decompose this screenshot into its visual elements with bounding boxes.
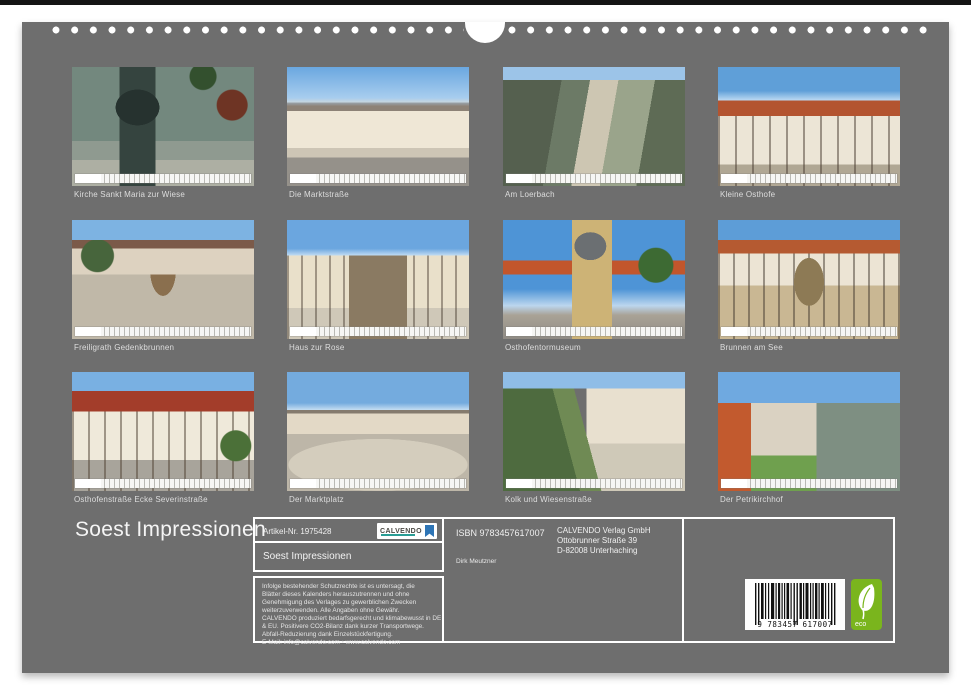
hanger-notch [465, 22, 505, 43]
month-thumbnail: Brunnen am See [718, 220, 900, 339]
month-thumbnail: Kirche Sankt Maria zur Wiese [72, 67, 254, 186]
author-name: Dirk Meutzner [456, 558, 496, 565]
month-thumbnail: Freiligrath Gedenkbrunnen [72, 220, 254, 339]
month-photo [287, 372, 469, 491]
calendar-date-strip [290, 327, 466, 336]
month-photo [72, 372, 254, 491]
barcode-column: 9 783457 617007 eco [682, 517, 895, 643]
spiral-binding-holes-right [508, 26, 928, 34]
photo-caption: Der Petrikirchhof [720, 495, 783, 504]
calendar-date-strip [75, 479, 251, 488]
photo-caption: Kolk und Wiesenstraße [505, 495, 592, 504]
month-thumbnail: Der Marktplatz [287, 372, 469, 491]
ean-barcode: 9 783457 617007 [745, 579, 845, 630]
month-thumbnail: Kleine Osthofe [718, 67, 900, 186]
calendar-date-strip [721, 327, 897, 336]
month-thumbnail: Osthofentormuseum [503, 220, 685, 339]
month-thumbnail: Osthofenstraße Ecke Severinstraße [72, 372, 254, 491]
month-photo [503, 372, 685, 491]
month-photo [718, 220, 900, 339]
month-photo [503, 220, 685, 339]
calendar-date-strip [506, 479, 682, 488]
month-photo [72, 67, 254, 186]
month-photo [287, 67, 469, 186]
article-number: Artikel-Nr. 1975428 [263, 527, 331, 536]
publisher-info-box: Artikel-Nr. 1975428 CALVENDO Soest Impre… [253, 517, 895, 643]
photo-caption: Der Marktplatz [289, 495, 344, 504]
month-thumbnail: Kolk und Wiesenstraße [503, 372, 685, 491]
cover-top-edge [0, 0, 971, 5]
calendar-back-cover: Kirche Sankt Maria zur Wiese Die Marktst… [22, 22, 949, 673]
photo-caption: Freiligrath Gedenkbrunnen [74, 343, 174, 352]
month-photo [718, 67, 900, 186]
calendar-date-strip [506, 174, 682, 183]
calendar-date-strip [290, 174, 466, 183]
month-thumbnail: Die Marktstraße [287, 67, 469, 186]
series-title-cell: Soest Impressionen [253, 543, 444, 572]
legal-text: Infolge bestehender Schutzrechte ist es … [262, 583, 441, 647]
calendar-date-strip [75, 174, 251, 183]
month-thumbnail: Haus zur Rose [287, 220, 469, 339]
calendar-date-strip [506, 327, 682, 336]
calvendo-flag-icon [425, 525, 434, 537]
calvendo-logo: CALVENDO [377, 523, 437, 539]
month-photo [72, 220, 254, 339]
info-middle-column: ISBN 9783457617007 CALVENDO Verlag GmbH … [444, 517, 682, 643]
calendar-title: Soest Impressionen [75, 518, 266, 542]
month-thumbnail: Am Loerbach [503, 67, 685, 186]
legal-text-cell: Infolge bestehender Schutzrechte ist es … [253, 576, 444, 643]
month-thumbnail: Der Petrikirchhof [718, 372, 900, 491]
eco-logo: eco [851, 579, 882, 630]
photo-caption: Brunnen am See [720, 343, 783, 352]
barcode-digits: 9 783457 617007 [745, 620, 845, 629]
spiral-binding-holes-left [52, 26, 464, 34]
calendar-date-strip [290, 479, 466, 488]
photo-caption: Am Loerbach [505, 190, 555, 199]
eco-label: eco [855, 621, 866, 628]
month-photo [503, 67, 685, 186]
eco-leaf-icon [854, 582, 879, 620]
isbn-number: ISBN 9783457617007 [456, 528, 545, 538]
photo-caption: Osthofentormuseum [505, 343, 581, 352]
series-title: Soest Impressionen [263, 551, 351, 562]
photo-caption: Osthofenstraße Ecke Severinstraße [74, 495, 208, 504]
calendar-date-strip [721, 479, 897, 488]
month-photo [718, 372, 900, 491]
publisher-address: CALVENDO Verlag GmbH Ottobrunner Straße … [557, 526, 651, 556]
calvendo-tagline-bar [381, 534, 415, 536]
photo-caption: Haus zur Rose [289, 343, 345, 352]
photo-caption: Die Marktstraße [289, 190, 349, 199]
photo-caption: Kirche Sankt Maria zur Wiese [74, 190, 185, 199]
photo-caption: Kleine Osthofe [720, 190, 775, 199]
calendar-date-strip [721, 174, 897, 183]
calendar-date-strip [75, 327, 251, 336]
article-number-cell: Artikel-Nr. 1975428 CALVENDO [253, 517, 444, 543]
info-left-column: Artikel-Nr. 1975428 CALVENDO Soest Impre… [253, 517, 444, 643]
month-photo [287, 220, 469, 339]
